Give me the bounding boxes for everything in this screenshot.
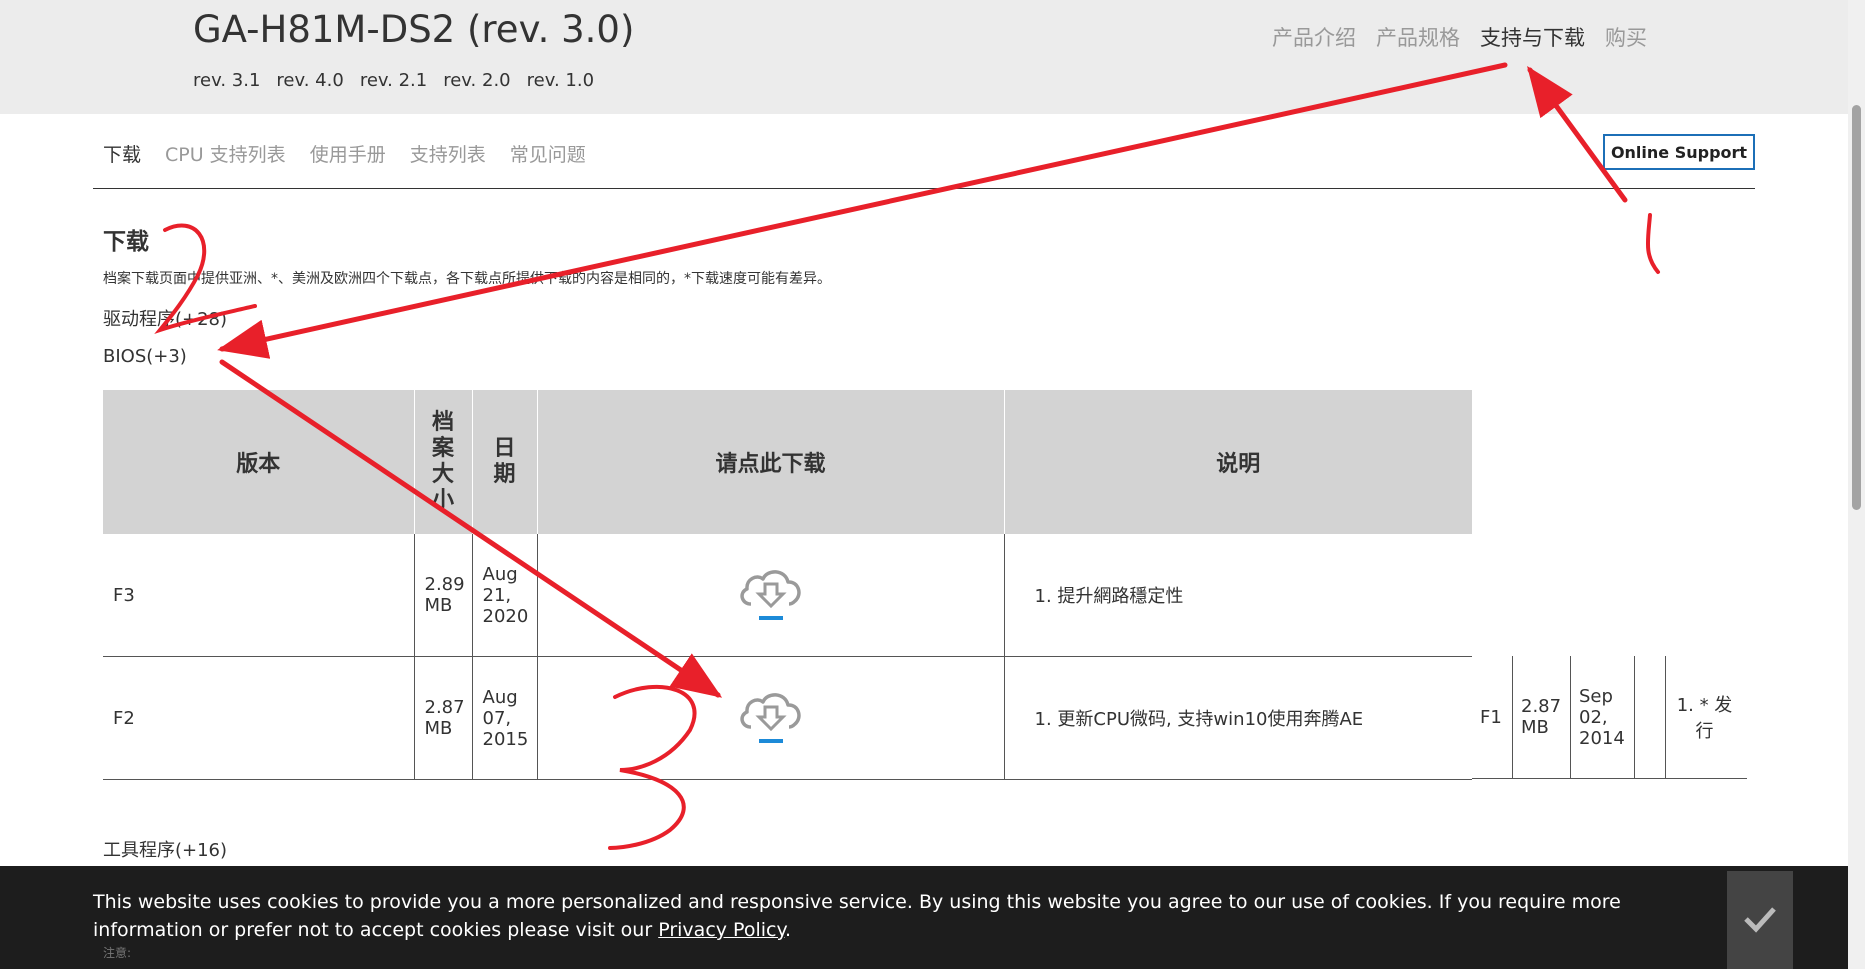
product-header: GA-H81M-DS2 (rev. 3.0) rev. 3.1 rev. 4.0… — [0, 0, 1848, 114]
sub-nav: 下载 CPU 支持列表 使用手册 支持列表 常见问题 — [103, 140, 586, 167]
scrollbar[interactable] — [1848, 0, 1865, 969]
checkmark-icon — [1744, 906, 1776, 933]
header-description: 说明 — [1004, 390, 1472, 534]
revision-link[interactable]: rev. 1.0 — [527, 70, 594, 91]
note-label: 注意: — [103, 946, 132, 960]
revision-link[interactable]: rev. 2.1 — [360, 70, 427, 91]
revision-link[interactable]: rev. 3.1 — [193, 70, 260, 91]
header-version: 版本 — [103, 390, 415, 534]
cloud-download-icon[interactable] — [735, 564, 807, 627]
cell-version: F3 — [103, 534, 415, 657]
header-date: 日期 — [472, 390, 538, 534]
cloud-download-icon[interactable] — [735, 687, 807, 750]
cookie-accept-button[interactable] — [1727, 871, 1793, 969]
header-size: 档案大小 — [414, 390, 473, 534]
online-support-button[interactable]: Online Support — [1603, 134, 1755, 170]
cell-size: 2.87 MB — [414, 656, 473, 780]
category-bios[interactable]: BIOS(+3) — [103, 346, 187, 367]
tab-download[interactable]: 下载 — [103, 140, 141, 167]
divider — [93, 188, 1755, 189]
page-title: GA-H81M-DS2 (rev. 3.0) — [193, 8, 635, 51]
cell-description: 1. * 发行 — [1665, 656, 1743, 778]
nav-support-download[interactable]: 支持与下载 — [1480, 22, 1585, 52]
revision-link[interactable]: rev. 2.0 — [443, 70, 510, 91]
nav-specs[interactable]: 产品规格 — [1376, 22, 1460, 52]
cell-download — [537, 656, 1005, 780]
cell-description: 1. 提升網路穩定性 — [1004, 534, 1472, 657]
tab-manual[interactable]: 使用手册 — [310, 140, 386, 167]
revision-link[interactable]: rev. 4.0 — [276, 70, 343, 91]
cookie-banner: This website uses cookies to provide you… — [0, 866, 1848, 969]
nav-buy[interactable]: 购买 — [1605, 22, 1647, 52]
cell-size: 2.87 MB — [1512, 656, 1570, 778]
tab-faq[interactable]: 常见问题 — [510, 140, 586, 167]
annotation-numeral-1 — [1645, 213, 1660, 274]
privacy-policy-link[interactable]: Privacy Policy — [658, 919, 785, 941]
table-row: F3 2.89 MB Aug 21, 2020 1. 提升網路穩定性 — [103, 534, 1472, 657]
table-row: F2 2.87 MB Aug 07, 2015 1. 更新CPU微码, 支持wi… — [103, 656, 1472, 780]
cookie-message: This website uses cookies to provide you… — [93, 891, 1621, 941]
cell-description: 1. 更新CPU微码, 支持win10使用奔腾AE — [1004, 656, 1472, 780]
category-drivers[interactable]: 驱动程序(+28) — [103, 305, 227, 331]
table-header-row: 版本 档案大小 日期 请点此下载 说明 — [103, 390, 1472, 534]
cell-version: F1 — [1480, 706, 1502, 728]
cell-date: Aug 07, 2015 — [472, 656, 538, 780]
header-download: 请点此下载 — [537, 390, 1005, 534]
cell-download — [537, 534, 1005, 657]
section-description: 档案下载页面中提供亚洲、*、美洲及欧洲四个下载点，各下载点所提供下载的内容是相同… — [103, 271, 831, 287]
bios-table: 版本 档案大小 日期 请点此下载 说明 F3 2.89 MB Aug 21, 2… — [103, 390, 1472, 780]
top-nav: 产品介绍 产品规格 支持与下载 购买 — [1272, 22, 1647, 52]
tab-support-list[interactable]: 支持列表 — [410, 140, 486, 167]
category-utilities[interactable]: 工具程序(+16) — [103, 836, 227, 862]
section-title: 下载 — [103, 229, 149, 255]
cell-download — [1634, 656, 1665, 778]
cell-date: Aug 21, 2020 — [472, 534, 538, 657]
cell-version: F2 — [103, 656, 415, 780]
scroll-thumb[interactable] — [1852, 105, 1861, 510]
cell-date: Sep 02, 2014 — [1570, 656, 1634, 778]
revision-list: rev. 3.1 rev. 4.0 rev. 2.1 rev. 2.0 rev.… — [193, 70, 594, 91]
cell-size: 2.89 MB — [414, 534, 473, 657]
table-row-overflow: F1 2.87 MB Sep 02, 2014 1. * 发行 — [1472, 656, 1747, 779]
tab-cpu-support[interactable]: CPU 支持列表 — [165, 140, 286, 167]
nav-product-intro[interactable]: 产品介绍 — [1272, 22, 1356, 52]
